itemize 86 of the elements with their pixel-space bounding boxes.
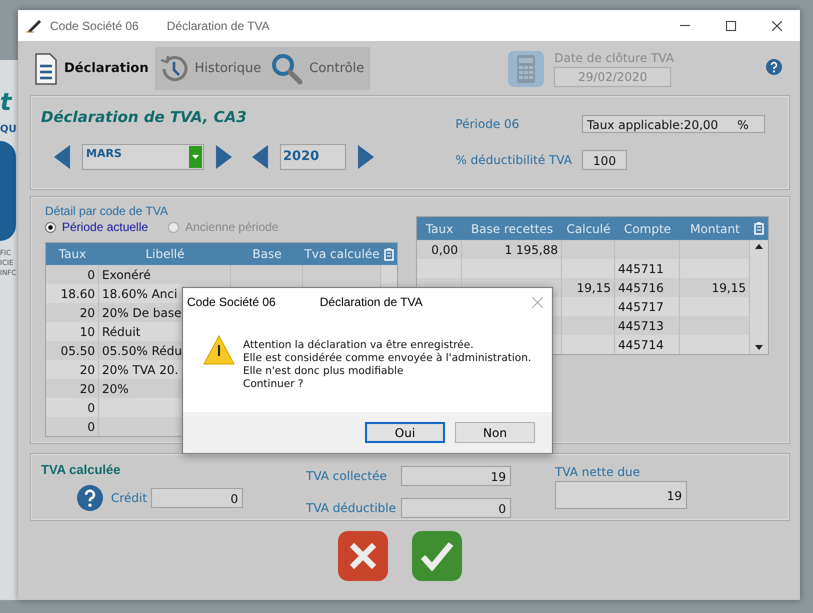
help-button[interactable] [77,485,103,511]
pen-icon [26,18,42,32]
search-icon [271,52,304,84]
cross-icon [348,541,378,571]
detail-title: Détail par code de TVA [45,204,169,218]
tab[interactable]: Historique [154,47,268,90]
next-month-button[interactable] [216,145,232,169]
previous-year-button[interactable] [252,145,268,169]
warning-icon [203,335,235,365]
table-cell: 445711 [615,259,680,278]
columns-icon[interactable] [384,248,394,260]
help-icon[interactable] [766,58,782,74]
year-field[interactable]: 2020 [280,144,346,170]
table-cell: 445717 [615,297,680,316]
table-cell: 0 [46,265,99,284]
close-icon [772,20,782,30]
columns-icon[interactable] [754,222,764,235]
credit-label: Crédit [111,491,148,505]
collected-field[interactable]: 19 [401,466,511,486]
period-radio[interactable]: Période actuelle [45,220,148,234]
table-cell: 20 [46,360,99,379]
totals-title: TVA calculée [41,462,122,477]
closing-date-field[interactable]: 29/02/2020 [554,66,672,86]
table-cell: 20 [46,303,99,322]
month-dropdown[interactable]: MARS [82,144,204,170]
table-cell: 18.60 [46,284,99,303]
table-cell: Exonéré [99,265,231,284]
scroll-up-icon[interactable] [755,244,763,249]
rate-field[interactable]: Taux applicable:20,00 % [582,115,765,133]
table-cell: 0 [46,398,99,417]
caret-icon [192,155,199,159]
collected-label: TVA collectée [306,469,388,484]
maximize-icon [726,20,736,30]
table-cell: 10 [46,322,99,341]
period-label: Période 06 [455,117,520,131]
dialog-message: Elle est considérée comme envoyée à l'administration. [243,352,532,365]
deductibility-field[interactable]: 100 [582,150,627,170]
declaration-title: Déclaration de TVA, CA3 [41,108,248,126]
dialog-title: Déclaration de TVA [320,295,423,309]
column-header[interactable]: Montant [680,217,750,240]
column-header[interactable]: Base recettes [462,217,562,240]
table-cell: 19,15 [680,278,750,297]
dialog-message: Continuer ? [243,378,304,391]
column-header[interactable]: Calculé [562,217,615,240]
credit-field[interactable]: 0 [151,488,244,508]
previous-month-button[interactable] [54,145,70,169]
column-header[interactable]: Taux [417,217,462,240]
minimize-icon [680,25,690,26]
scroll-down-icon[interactable] [755,345,763,350]
column-header[interactable]: Tva calculée [303,243,381,265]
closing-date-label: Date de clôture TVA [554,50,674,64]
background-text: t [0,88,12,116]
confirm-button[interactable] [412,531,462,581]
net-due-field[interactable]: 19 [555,481,687,509]
column-header[interactable]: Base [231,243,303,265]
table-cell: 1 195,88 [462,240,562,259]
dropdown-button[interactable] [189,146,202,168]
window-title: Code Société 06 [50,18,139,32]
table-cell: 20 [46,379,99,398]
deductible-label: TVA déductible [306,500,397,515]
column-header[interactable]: Taux [46,243,99,265]
cancel-button[interactable] [338,531,388,581]
window-title: Déclaration de TVA [166,18,270,32]
background-text: QU [0,124,17,135]
dialog-message: Elle n'est donc plus modifiable [243,365,404,378]
table-cell: 19,15 [562,278,615,297]
table-cell: 0,00 [417,240,462,259]
deductibility-label: % déductibilité TVA [455,153,572,167]
table-cell: 05.50 [46,341,99,360]
dialog-message: Attention la déclaration va être enregistrée. [243,339,475,352]
dialog-button[interactable]: Oui [365,422,445,443]
tab[interactable]: Contrôle [267,47,370,90]
column-header[interactable]: Libellé [99,243,231,265]
table-cell: 445716 [615,278,680,297]
deductible-field[interactable]: 0 [401,498,511,518]
close-icon [532,296,542,308]
table-cell: 445714 [615,335,680,354]
clock-icon [158,54,189,84]
table-cell: 445713 [615,316,680,335]
dialog-button[interactable]: Non [455,422,535,443]
table-cell: 0 [46,417,99,436]
checkmark-icon [420,541,454,571]
column-header[interactable]: Compte [615,217,680,240]
document-icon [34,52,58,84]
net-due-label: TVA nette due [555,465,641,479]
next-year-button[interactable] [358,145,374,169]
